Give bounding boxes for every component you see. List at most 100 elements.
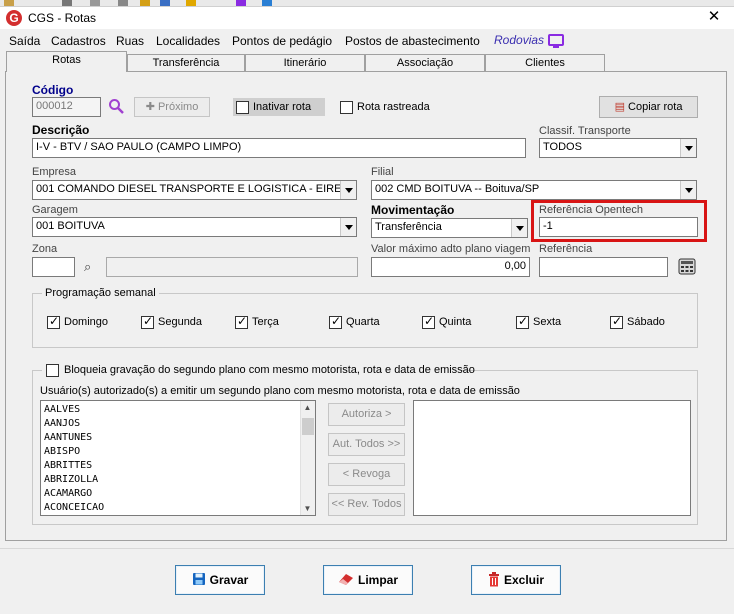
tool-icon[interactable] <box>118 0 128 6</box>
scroll-thumb[interactable] <box>302 418 314 435</box>
menu-localidades[interactable]: Localidades <box>156 34 220 48</box>
tab-rotas[interactable]: Rotas <box>6 51 127 72</box>
bloqueia-label: Bloqueia gravação do segundo plano com m… <box>64 364 475 376</box>
tab-associacao[interactable]: Associação <box>365 54 485 72</box>
menu-cadastros[interactable]: Cadastros <box>51 34 106 48</box>
zona-label: Zona <box>32 243 58 255</box>
menu-ruas[interactable]: Ruas <box>116 34 144 48</box>
scroll-up-icon[interactable]: ▲ <box>302 403 313 412</box>
list-item[interactable]: ACAMARGO <box>44 487 312 501</box>
chevron-down-icon[interactable] <box>511 219 527 237</box>
menu-rodovias[interactable]: Rodovias <box>494 33 544 47</box>
classif-transporte-label: Classif. Transporte <box>539 125 631 137</box>
referencia-label: Referência <box>539 243 593 255</box>
tool-icon[interactable] <box>140 0 150 6</box>
gravar-button[interactable]: Gravar <box>175 565 265 595</box>
tab-itinerario[interactable]: Itinerário <box>245 54 365 72</box>
zona-description-input <box>106 257 358 277</box>
rev-todos-button[interactable]: << Rev. Todos <box>328 493 405 516</box>
segunda-label: Segunda <box>158 316 203 328</box>
filial-select[interactable]: 002 CMD BOITUVA -- Boituva/SP <box>371 180 697 200</box>
tool-icon[interactable] <box>186 0 196 6</box>
menu-postos-abastecimento[interactable]: Postos de abastecimento <box>345 34 480 48</box>
close-icon[interactable]: ✕ <box>704 8 724 26</box>
calculator-icon[interactable] <box>677 257 697 276</box>
segunda-checkbox[interactable] <box>141 314 154 329</box>
chevron-down-icon[interactable] <box>680 181 696 199</box>
chevron-down-icon[interactable] <box>340 181 356 199</box>
zona-input[interactable] <box>32 257 75 277</box>
sabado-checkbox[interactable] <box>610 314 623 329</box>
list-item[interactable]: AANJOS <box>44 417 312 431</box>
monitor-icon[interactable] <box>548 34 564 48</box>
toolbar-strip <box>0 0 734 7</box>
list-item[interactable]: ABISPO <box>44 445 312 459</box>
chevron-down-icon[interactable] <box>680 139 696 157</box>
empresa-select[interactable]: 001 COMANDO DIESEL TRANSPORTE E LOGISTIC… <box>32 180 357 200</box>
search-icon[interactable] <box>108 98 124 114</box>
bloqueia-checkbox[interactable] <box>46 364 59 377</box>
valor-maximo-label: Valor máximo adto plano viagem <box>371 243 531 255</box>
programacao-title: Programação semanal <box>42 287 159 299</box>
garagem-select[interactable]: 001 BOITUVA <box>32 217 357 237</box>
chevron-down-icon[interactable] <box>340 218 356 236</box>
list-item[interactable]: AANTUNES <box>44 431 312 445</box>
tool-icon[interactable] <box>62 0 72 6</box>
aut-todos-button[interactable]: Aut. Todos >> <box>328 433 405 456</box>
inativar-rota-checkbox[interactable] <box>236 101 249 114</box>
menu-pontos-pedagio[interactable]: Pontos de pedágio <box>232 34 332 48</box>
tool-icon[interactable] <box>90 0 100 6</box>
tab-clientes[interactable]: Clientes <box>485 54 605 72</box>
tool-icon[interactable] <box>4 0 14 6</box>
copiar-rota-label: Copiar rota <box>628 101 683 113</box>
users-listbox[interactable]: AALVES AANJOS AANTUNES ABISPO ABRITTES A… <box>40 400 316 516</box>
excluir-button[interactable]: Excluir <box>471 565 561 595</box>
scroll-down-icon[interactable]: ▼ <box>302 504 313 513</box>
binoculars-icon[interactable]: ⌕ <box>84 259 91 275</box>
quarta-checkbox[interactable] <box>329 314 342 329</box>
valor-maximo-input[interactable]: 0,00 <box>371 257 530 277</box>
window-title: CGS - Rotas <box>28 11 97 25</box>
usuarios-autorizados-label: Usuário(s) autorizado(s) a emitir um seg… <box>40 385 520 397</box>
domingo-checkbox[interactable] <box>47 314 60 329</box>
tool-icon[interactable] <box>262 0 272 6</box>
tool-icon[interactable] <box>236 0 246 6</box>
tool-icon[interactable] <box>160 0 170 6</box>
codigo-input[interactable]: 000012 <box>32 97 101 117</box>
descricao-label: Descrição <box>32 123 90 137</box>
title-bar <box>0 7 734 29</box>
rota-rastreada-label: Rota rastreada <box>357 101 430 113</box>
movimentacao-select[interactable]: Transferência <box>371 218 528 238</box>
descricao-input[interactable]: I-V - BTV / SAO PAULO (CAMPO LIMPO) <box>32 138 526 158</box>
terca-checkbox[interactable] <box>235 314 248 329</box>
autoriza-button[interactable]: Autoriza > <box>328 403 405 426</box>
tab-transferencia[interactable]: Transferência <box>127 54 245 72</box>
plus-icon: ✚ <box>145 101 158 113</box>
sexta-checkbox[interactable] <box>516 314 529 329</box>
proximo-button-label: Próximo <box>157 101 199 113</box>
list-item[interactable]: ABRITTES <box>44 459 312 473</box>
referencia-input[interactable] <box>539 257 668 277</box>
excluir-label: Excluir <box>503 573 545 587</box>
list-item[interactable]: ABRIZOLLA <box>44 473 312 487</box>
quarta-label: Quarta <box>346 316 380 328</box>
rota-rastreada-checkbox[interactable] <box>340 101 353 114</box>
movimentacao-label: Movimentação <box>371 203 455 217</box>
classif-transporte-select[interactable]: TODOS <box>539 138 697 158</box>
quinta-checkbox[interactable] <box>422 314 435 329</box>
limpar-button[interactable]: Limpar <box>323 565 413 595</box>
empresa-value: 001 COMANDO DIESEL TRANSPORTE E LOGISTIC… <box>36 183 351 195</box>
inativar-rota-label: Inativar rota <box>253 101 312 113</box>
trash-icon <box>488 572 499 587</box>
menu-saida[interactable]: Saída <box>9 34 40 48</box>
list-item[interactable]: AALVES <box>44 403 312 417</box>
filial-value: 002 CMD BOITUVA -- Boituva/SP <box>375 183 540 195</box>
list-item[interactable]: ACONCEICAO <box>44 501 312 515</box>
copiar-rota-button[interactable]: ▤ Copiar rota <box>599 96 698 118</box>
limpar-label: Limpar <box>357 573 398 587</box>
classif-transporte-value: TODOS <box>543 141 582 153</box>
proximo-button[interactable]: ✚ Próximo <box>134 97 210 117</box>
sexta-label: Sexta <box>533 316 562 328</box>
revoga-button[interactable]: < Revoga <box>328 463 405 486</box>
authorized-users-listbox[interactable] <box>413 400 691 516</box>
